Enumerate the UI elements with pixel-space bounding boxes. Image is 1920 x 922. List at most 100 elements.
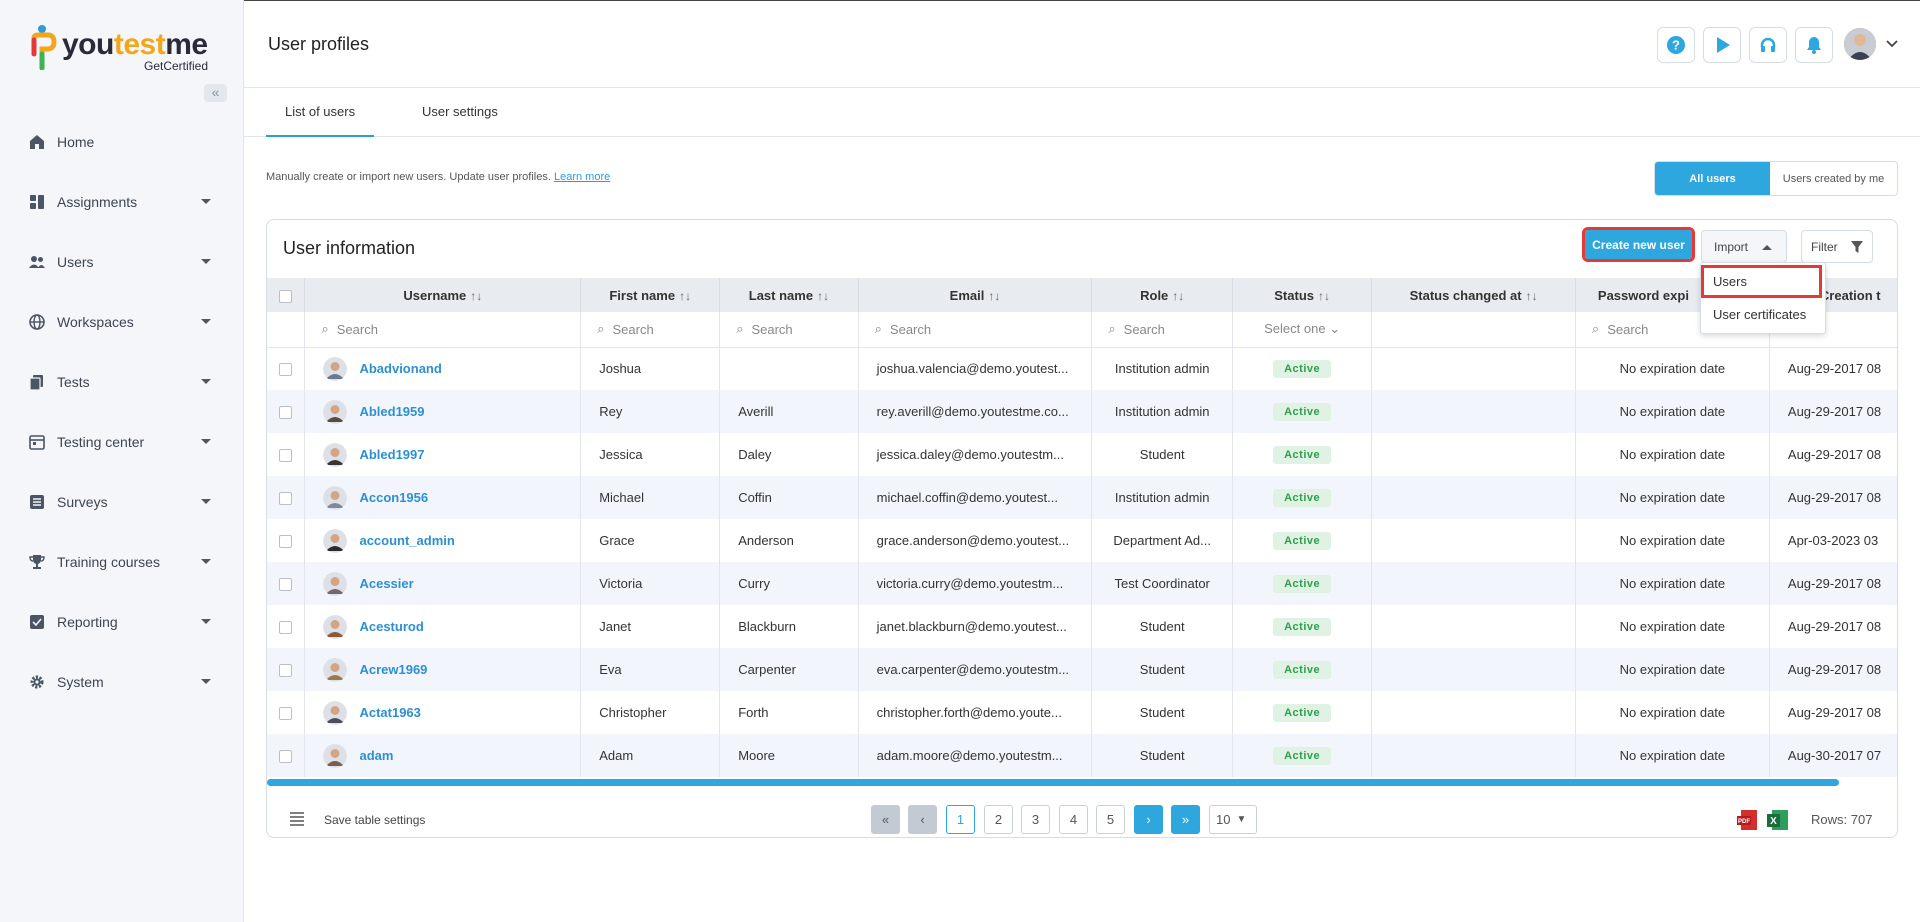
table-row[interactable]: Acrew1969 Eva Carpenter eva.carpenter@demo.… [267, 648, 1897, 691]
username-link[interactable]: Abled1997 [359, 447, 424, 462]
username-link[interactable]: account_admin [359, 533, 454, 548]
row-checkbox[interactable] [279, 707, 292, 721]
username-link[interactable]: Abled1959 [359, 404, 424, 419]
sidebar-item-surveys[interactable]: Surveys [0, 472, 244, 532]
table-footer: Save table settings « ‹ 1 2 3 4 5 › » 10… [267, 788, 1897, 837]
password-expiration-cell: No expiration date [1575, 734, 1770, 777]
last-name-cell: Carpenter [719, 648, 859, 691]
col-username[interactable]: Username ↑↓ [304, 278, 582, 312]
create-new-user-button[interactable]: Create new user [1582, 227, 1695, 262]
menu-icon[interactable] [289, 812, 305, 826]
page-3-button[interactable]: 3 [1021, 805, 1050, 834]
sidebar-item-users[interactable]: Users [0, 232, 244, 292]
tab-list-of-users[interactable]: List of users [266, 88, 375, 137]
status-changed-cell [1371, 734, 1576, 777]
username-link[interactable]: Abadvionand [359, 361, 441, 376]
page-5-button[interactable]: 5 [1096, 805, 1125, 834]
table-row[interactable]: Acesturod Janet Blackburn janet.blackburn@d… [267, 605, 1897, 648]
save-table-settings-button[interactable]: Save table settings [324, 813, 425, 827]
sidebar-item-training-courses[interactable]: Training courses [0, 532, 244, 592]
import-users-option[interactable]: Users [1701, 265, 1822, 298]
sidebar-item-system[interactable]: System [0, 652, 244, 712]
sidebar-item-assignments[interactable]: Assignments [0, 172, 244, 232]
filter-button[interactable]: Filter [1801, 230, 1873, 263]
row-checkbox[interactable] [279, 449, 292, 463]
username-search[interactable]: ⌕ Search [304, 312, 582, 348]
username-link[interactable]: Actat1963 [359, 705, 420, 720]
user-menu-chevron-icon[interactable] [1886, 40, 1898, 48]
col-first-name[interactable]: First name ↑↓ [580, 278, 721, 312]
users-created-by-me-button[interactable]: Users created by me [1770, 162, 1897, 195]
sort-icon: ↑↓ [817, 288, 830, 303]
help-button[interactable]: ? [1657, 27, 1695, 63]
sidebar-item-tests[interactable]: Tests [0, 352, 244, 412]
row-checkbox[interactable] [279, 535, 292, 549]
row-checkbox[interactable] [279, 406, 292, 420]
username-link[interactable]: Accon1956 [359, 490, 428, 505]
page-2-button[interactable]: 2 [984, 805, 1013, 834]
sidebar-item-workspaces[interactable]: Workspaces [0, 292, 244, 352]
col-status-changed-at[interactable]: Status changed at ↑↓ [1371, 278, 1576, 312]
col-status[interactable]: Status ↑↓ [1232, 278, 1373, 312]
play-tutorial-button[interactable] [1703, 27, 1741, 63]
table-row[interactable]: account_admin Grace Anderson grace.anderson… [267, 519, 1897, 562]
list-icon [28, 493, 46, 511]
brand-logo[interactable]: youtestme GetCertified [30, 24, 220, 74]
email-search[interactable]: ⌕ Search [858, 312, 1093, 348]
notifications-button[interactable] [1795, 27, 1833, 63]
collapse-sidebar-button[interactable]: « [204, 84, 227, 102]
table-row[interactable]: adam Adam Moore adam.moore@demo.youtestm...… [267, 734, 1897, 777]
last-name-search[interactable]: ⌕ Search [719, 312, 859, 348]
username-link[interactable]: adam [359, 748, 393, 763]
prev-page-button[interactable]: ‹ [908, 805, 937, 834]
col-email[interactable]: Email ↑↓ [858, 278, 1093, 312]
row-checkbox[interactable] [279, 578, 292, 592]
user-avatar-icon [323, 614, 348, 639]
horizontal-scrollbar[interactable] [267, 779, 1839, 786]
last-page-button[interactable]: » [1171, 805, 1200, 834]
status-badge: Active [1273, 746, 1332, 765]
username-link[interactable]: Acrew1969 [359, 662, 427, 677]
import-button[interactable]: Import [1701, 230, 1787, 263]
username-link[interactable]: Acessier [359, 576, 413, 591]
col-last-name[interactable]: Last name ↑↓ [719, 278, 859, 312]
status-select[interactable]: Select one ⌄ [1232, 312, 1373, 348]
users-icon [28, 253, 46, 271]
status-changed-cell [1371, 519, 1576, 562]
col-role[interactable]: Role ↑↓ [1091, 278, 1234, 312]
table-row[interactable]: Accon1956 Michael Coffin michael.coffin@dem… [267, 476, 1897, 519]
learn-more-link[interactable]: Learn more [554, 171, 610, 183]
sidebar-item-home[interactable]: Home [0, 112, 244, 172]
username-link[interactable]: Acesturod [359, 619, 423, 634]
select-all-checkbox[interactable] [279, 289, 293, 303]
page-size-select[interactable]: 10 ▼ [1209, 805, 1257, 834]
row-checkbox[interactable] [279, 664, 292, 678]
table-row[interactable]: Actat1963 Christopher Forth christopher.for… [267, 691, 1897, 734]
all-users-button[interactable]: All users [1655, 162, 1770, 195]
table-row[interactable]: Abled1959 Rey Averill rey.averill@demo.yout… [267, 390, 1897, 433]
creation-time-cell: Aug-29-2017 08 [1769, 433, 1897, 476]
row-checkbox[interactable] [279, 363, 292, 377]
table-row[interactable]: Abled1997 Jessica Daley jessica.daley@demo.… [267, 433, 1897, 476]
row-checkbox[interactable] [279, 492, 292, 506]
first-name-cell: Eva [580, 648, 721, 691]
search-icon: ⌕ [321, 321, 329, 337]
export-pdf-icon[interactable]: PDF [1737, 809, 1759, 831]
page-4-button[interactable]: 4 [1059, 805, 1088, 834]
first-page-button[interactable]: « [871, 805, 900, 834]
table-row[interactable]: Abadvionand Joshua joshua.valencia@demo.yo… [267, 347, 1897, 390]
export-excel-icon[interactable]: X [1767, 809, 1789, 831]
row-checkbox[interactable] [279, 621, 292, 635]
row-checkbox[interactable] [279, 750, 292, 764]
sidebar-item-testing-center[interactable]: Testing center [0, 412, 244, 472]
role-search[interactable]: ⌕ Search [1091, 312, 1234, 348]
user-avatar[interactable] [1844, 28, 1876, 60]
tab-user-settings[interactable]: User settings [403, 88, 517, 137]
sidebar-item-reporting[interactable]: Reporting [0, 592, 244, 652]
table-row[interactable]: Acessier Victoria Curry victoria.curry@demo… [267, 562, 1897, 605]
next-page-button[interactable]: › [1134, 805, 1163, 834]
page-1-button[interactable]: 1 [946, 805, 975, 834]
import-user-certificates-option[interactable]: User certificates [1701, 298, 1825, 331]
support-button[interactable] [1749, 27, 1787, 63]
first-name-search[interactable]: ⌕ Search [580, 312, 721, 348]
